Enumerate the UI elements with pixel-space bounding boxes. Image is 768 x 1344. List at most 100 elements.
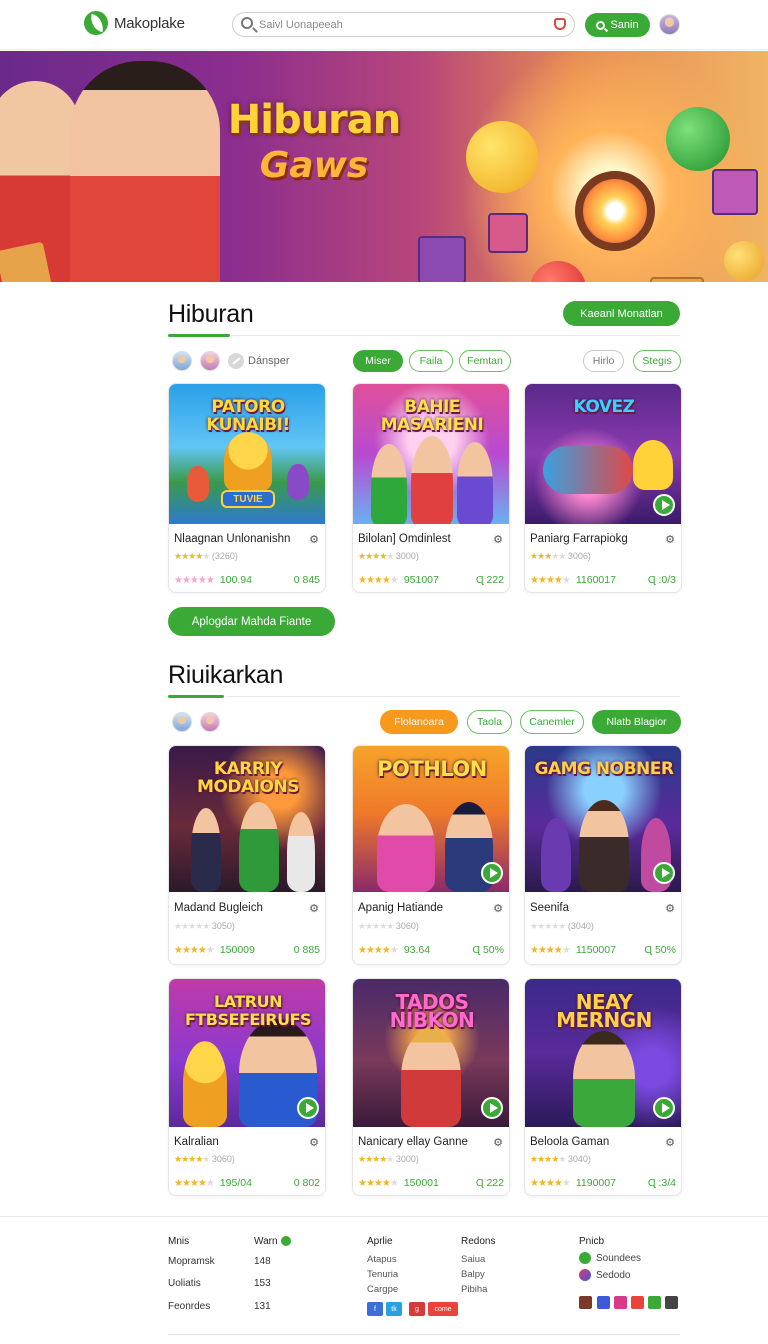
more-icon[interactable]: ⚙ [665, 902, 675, 915]
game-name[interactable]: Nanicary ellay Ganne [358, 1136, 488, 1148]
play-icon[interactable] [481, 1097, 503, 1119]
filter-avatar[interactable] [200, 712, 220, 732]
game-name[interactable]: Seenifa [530, 902, 660, 914]
rating-count: ★★★★★ 3000) [358, 551, 419, 561]
footer-link[interactable]: Balpy [461, 1269, 485, 1280]
star-rating: ★★★★★ [358, 1177, 399, 1189]
tiktok-icon[interactable]: tk [386, 1302, 402, 1316]
game-thumbnail[interactable]: KARRIY MODAIONS [169, 746, 325, 892]
game-thumbnail[interactable]: POTHLON [353, 746, 509, 892]
partner-logo-icon[interactable] [665, 1296, 678, 1309]
game-card[interactable]: TUVIE PATORO KUNAIBI! Nlaagnan Unlonanis… [168, 383, 326, 593]
play-icon[interactable] [653, 1097, 675, 1119]
chip-filter[interactable]: Faila [409, 350, 453, 372]
chip-filter[interactable]: Hirlo [583, 350, 624, 372]
chip-filter[interactable]: Flolanoara [380, 710, 458, 734]
footer-link[interactable]: Cargpe [367, 1284, 398, 1295]
search-bar[interactable] [232, 12, 575, 37]
game-thumbnail[interactable]: TUVIE PATORO KUNAIBI! [169, 384, 325, 524]
logo-text: Makoplake [114, 14, 185, 32]
star-rating: ★★★★★ [530, 574, 571, 586]
game-name[interactable]: Apanig Hatiande [358, 902, 488, 914]
footer-value: 153 [254, 1278, 271, 1289]
toy-cube [650, 277, 704, 282]
footer-link[interactable]: Mopramsk [168, 1256, 215, 1267]
chip-filter[interactable]: Nlatb Blagior [592, 710, 681, 734]
star-rating: ★★★★★ [358, 921, 394, 931]
more-icon[interactable]: ⚙ [665, 1136, 675, 1149]
footer-link[interactable]: Tenuria [367, 1269, 398, 1280]
game-card[interactable]: NEAY MERNGN Beloola Gaman ⚙ ★★★★★ 3040) … [524, 978, 682, 1196]
game-thumbnail[interactable]: BAHIE MASARIENI [353, 384, 509, 524]
game-thumbnail[interactable]: LATRUN FTBSEFEIRUFS [169, 979, 325, 1127]
app-link[interactable]: Sedodo [579, 1269, 630, 1281]
app-link-label: Sedodo [596, 1269, 631, 1281]
game-name[interactable]: Paniarg Farrapiokg [530, 533, 660, 545]
load-more-button[interactable]: Aplogdar Mahda Fiante [168, 607, 335, 636]
more-icon[interactable]: ⚙ [309, 533, 319, 546]
game-name[interactable]: Madand Bugleich [174, 902, 304, 914]
filter-tag[interactable]: Dánsper [228, 353, 290, 369]
microphone-icon[interactable] [554, 18, 566, 30]
game-card[interactable]: GAMG NOBNER Seenifa ⚙ ★★★★★ (3040) ★★★★★… [524, 745, 682, 965]
play-icon[interactable] [481, 862, 503, 884]
game-name[interactable]: Nlaagnan Unlonanishn [174, 533, 304, 545]
more-icon[interactable]: ⚙ [493, 533, 503, 546]
user-avatar[interactable] [659, 14, 680, 35]
more-icon[interactable]: ⚙ [665, 533, 675, 546]
footer-link[interactable]: Atapus [367, 1254, 397, 1265]
filter-avatar[interactable] [172, 712, 192, 732]
more-icon[interactable]: ⚙ [493, 902, 503, 915]
play-icon[interactable] [653, 494, 675, 516]
play-icon[interactable] [297, 1097, 319, 1119]
partner-logo-icon[interactable] [597, 1296, 610, 1309]
more-icon[interactable]: ⚙ [309, 1136, 319, 1149]
chip-filter[interactable]: Taola [467, 710, 512, 734]
star-rating: ★★★★★ [358, 1154, 394, 1164]
more-icon[interactable]: ⚙ [309, 902, 319, 915]
game-name[interactable]: Kalralian [174, 1136, 304, 1148]
chip-filter[interactable]: Femtan [459, 350, 511, 372]
chip-filter[interactable]: Miser [353, 350, 403, 372]
price: Ɋ 222 [475, 574, 504, 586]
partner-logo-icon[interactable] [631, 1296, 644, 1309]
site-logo[interactable]: Makoplake [84, 11, 185, 35]
hero-banner[interactable]: Hiburan Gaws [0, 51, 768, 282]
footer-link[interactable]: Saiua [461, 1254, 485, 1265]
chip-filter[interactable]: Canemler [520, 710, 584, 734]
partner-logo-icon[interactable] [579, 1296, 592, 1309]
see-more-button[interactable]: Kaeanl Monatlan [563, 301, 680, 326]
chip-filter[interactable]: Stegis [633, 350, 681, 372]
google-icon[interactable]: g [409, 1302, 425, 1316]
filter-avatar[interactable] [200, 351, 220, 371]
footer-link[interactable]: Feonrdes [168, 1301, 210, 1312]
game-thumbnail[interactable]: GAMG NOBNER [525, 746, 681, 892]
footer-link[interactable]: Uoliatis [168, 1278, 201, 1289]
partner-logo-icon[interactable] [614, 1296, 627, 1309]
filter-avatar[interactable] [172, 351, 192, 371]
game-card[interactable]: KARRIY MODAIONS Madand Bugleich ⚙ ★★★★★ … [168, 745, 326, 965]
footer-link[interactable]: Pibiha [461, 1284, 487, 1295]
game-card[interactable]: KOVEZ Paniarg Farrapiokg ⚙ ★★★★★ 3006) ★… [524, 383, 682, 593]
app-link[interactable]: Soundees [579, 1252, 641, 1264]
star-rating: ★★★★★ [174, 1154, 210, 1164]
partner-logo-icon[interactable] [648, 1296, 661, 1309]
community-icon[interactable]: come [428, 1302, 458, 1316]
game-thumbnail[interactable]: NEAY MERNGN [525, 979, 681, 1127]
more-icon[interactable]: ⚙ [493, 1136, 503, 1149]
signin-button[interactable]: Sanin [585, 13, 650, 37]
facebook-icon[interactable]: f [367, 1302, 383, 1316]
play-icon[interactable] [653, 862, 675, 884]
game-card[interactable]: LATRUN FTBSEFEIRUFS Kalralian ⚙ ★★★★★ 30… [168, 978, 326, 1196]
game-card[interactable]: TADOS NIBKON Nanicary ellay Ganne ⚙ ★★★★… [352, 978, 510, 1196]
game-name[interactable]: Bilolan] Omdinlest [358, 533, 488, 545]
game-card[interactable]: POTHLON Apanig Hatiande ⚙ ★★★★★ 3060) ★★… [352, 745, 510, 965]
thumb-title: KARRIY MODAIONS [197, 759, 299, 797]
search-input[interactable] [259, 16, 549, 34]
star-rating: ★★★★★ [530, 921, 566, 931]
game-card[interactable]: BAHIE MASARIENI Bilolan] Omdinlest ⚙ ★★★… [352, 383, 510, 593]
game-thumbnail[interactable]: TADOS NIBKON [353, 979, 509, 1127]
filter-tag-label: Dánsper [248, 355, 290, 367]
game-thumbnail[interactable]: KOVEZ [525, 384, 681, 524]
game-name[interactable]: Beloola Gaman [530, 1136, 660, 1148]
